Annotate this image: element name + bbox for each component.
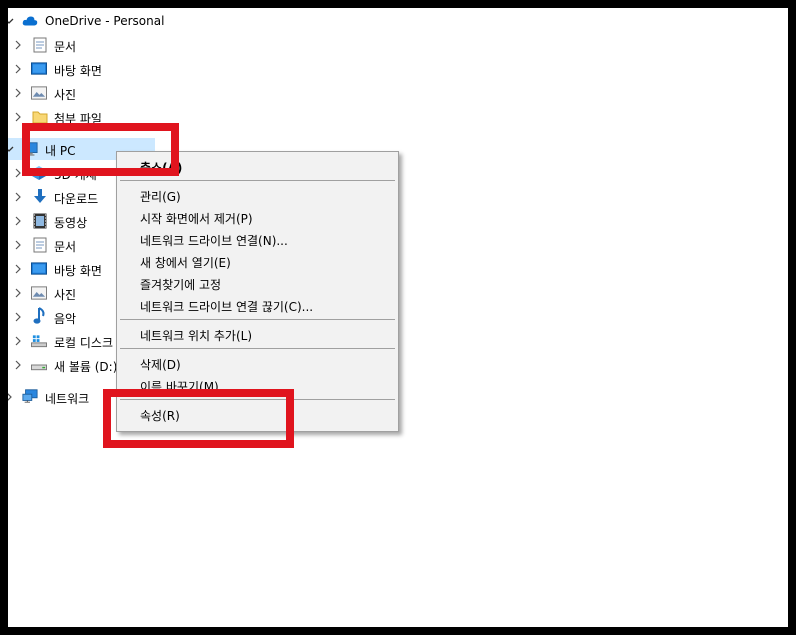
menu-item-open-new-window[interactable]: 새 창에서 열기(E) [117, 250, 398, 272]
nav-item-label: 사진 [54, 288, 77, 302]
chevron-right-icon[interactable] [11, 358, 25, 372]
nav-item-label: 음악 [54, 312, 77, 326]
menu-item-label: 네트워크 드라이브 연결(N)... [140, 234, 288, 248]
chevron-right-icon[interactable] [11, 86, 25, 100]
menu-item-map-network-drive[interactable]: 네트워크 드라이브 연결(N)... [117, 228, 398, 250]
nav-item-label: 바탕 화면 [54, 264, 102, 278]
cloud-icon [22, 13, 38, 29]
chevron-down-icon[interactable] [8, 142, 16, 156]
chevron-right-icon[interactable] [11, 110, 25, 124]
menu-item-label: 네트워크 위치 추가(L) [140, 329, 252, 343]
highlight-box-properties [103, 389, 294, 448]
nav-item-documents[interactable]: 문서 [8, 34, 168, 56]
document-icon [32, 237, 48, 253]
nav-item-label: 동영상 [54, 216, 88, 230]
music-icon [32, 307, 48, 324]
desktop-icon [31, 61, 47, 77]
explorer-window: OneDrive - Personal 문서 바탕 화면 사진 첨부 파일 내 … [8, 8, 788, 627]
nav-item-label: OneDrive - Personal [45, 14, 165, 28]
chevron-right-icon[interactable] [11, 334, 25, 348]
chevron-right-icon[interactable] [11, 38, 25, 52]
menu-item-label: 관리(G) [140, 190, 181, 204]
chevron-down-icon[interactable] [8, 14, 16, 28]
chevron-right-icon[interactable] [11, 310, 25, 324]
menu-separator [120, 319, 395, 320]
nav-item-pictures[interactable]: 사진 [8, 82, 168, 104]
chevron-right-icon[interactable] [11, 214, 25, 228]
chevron-right-icon[interactable] [8, 390, 16, 404]
menu-item-unpin-start[interactable]: 시작 화면에서 제거(P) [117, 206, 398, 228]
drive-icon [31, 357, 47, 373]
chevron-right-icon[interactable] [11, 190, 25, 204]
menu-item-pin-quick-access[interactable]: 즐겨찾기에 고정 [117, 272, 398, 294]
menu-item-label: 네트워크 드라이브 연결 끊기(C)... [140, 300, 314, 314]
nav-item-label: 네트워크 [45, 392, 90, 406]
chevron-right-icon[interactable] [11, 62, 25, 76]
nav-item-label: 새 볼륨 (D:) [54, 360, 118, 374]
menu-item-disconnect-network-drive[interactable]: 네트워크 드라이브 연결 끊기(C)... [117, 294, 398, 316]
video-icon [32, 213, 48, 229]
nav-item-onedrive[interactable]: OneDrive - Personal [8, 10, 168, 32]
menu-item-label: 새 창에서 열기(E) [140, 256, 231, 270]
menu-item-manage[interactable]: 관리(G) [117, 184, 398, 206]
highlight-box-this-pc [22, 123, 179, 176]
chevron-right-icon[interactable] [11, 238, 25, 252]
menu-item-delete[interactable]: 삭제(D) [117, 352, 398, 374]
menu-item-label: 삭제(D) [140, 358, 181, 372]
pictures-icon [31, 285, 47, 301]
menu-item-add-network-location[interactable]: 네트워크 위치 추가(L) [117, 323, 398, 345]
document-icon [32, 37, 48, 53]
windows-drive-icon [31, 333, 47, 349]
desktop-icon [31, 261, 47, 277]
menu-item-label: 시작 화면에서 제거(P) [140, 212, 253, 226]
nav-item-label: 문서 [54, 240, 77, 254]
menu-item-label: 즐겨찾기에 고정 [140, 278, 222, 292]
menu-separator [120, 180, 395, 181]
nav-item-label: 바탕 화면 [54, 64, 102, 78]
network-icon [22, 388, 38, 404]
nav-item-label: 다운로드 [54, 192, 99, 206]
chevron-right-icon[interactable] [11, 286, 25, 300]
pictures-icon [31, 85, 47, 101]
download-icon [32, 189, 48, 205]
chevron-right-icon[interactable] [11, 262, 25, 276]
menu-separator [120, 348, 395, 349]
nav-item-label: 사진 [54, 88, 77, 102]
nav-item-label: 문서 [54, 40, 77, 54]
nav-item-desktop[interactable]: 바탕 화면 [8, 58, 168, 80]
